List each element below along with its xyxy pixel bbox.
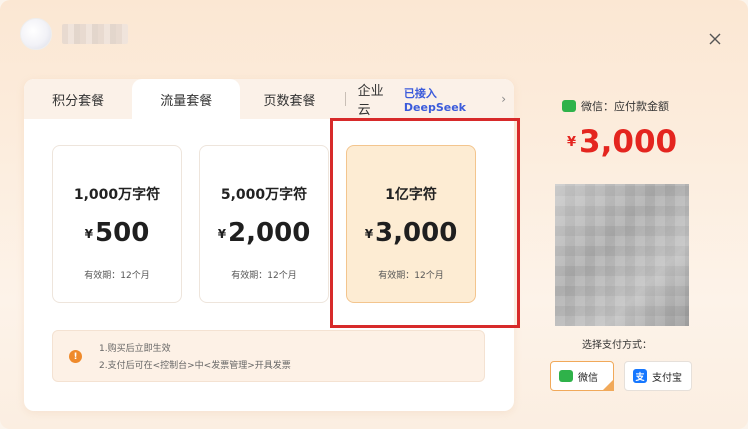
plan-price: ¥2,000 — [200, 218, 328, 248]
tab-traffic[interactable]: 流量套餐 — [132, 79, 241, 119]
chevron-right-icon: › — [501, 92, 507, 106]
tab-label: 企业云 — [357, 84, 384, 118]
plan-card-10m[interactable]: 1,000万字符 ¥500 有效期：12个月 — [52, 145, 182, 303]
tab-enterprise-cloud[interactable]: 企业云 已接入DeepSeek › — [358, 79, 514, 119]
plan-card-50m[interactable]: 5,000万字符 ¥2,000 有效期：12个月 — [199, 145, 329, 303]
alipay-label: 支付宝 — [652, 372, 682, 384]
payment-amount: ¥3,000 — [567, 124, 677, 160]
alipay-button[interactable]: 支 支付宝 — [624, 361, 692, 391]
tab-label: 页数套餐 — [263, 93, 316, 109]
tab-label: 积分套餐 — [52, 93, 105, 109]
plan-price: ¥500 — [53, 218, 181, 248]
price-value: 3,000 — [375, 218, 458, 248]
plan-panel: 积分套餐 流量套餐 页数套餐 企业云 已接入DeepSeek › 1,000万字… — [24, 79, 520, 411]
price-value: 2,000 — [228, 218, 311, 248]
selected-check-icon — [602, 379, 614, 391]
plan-title: 1亿字符 — [385, 187, 437, 203]
plan-card-100m[interactable]: 1亿字符 ¥3,000 有效期：12个月 — [346, 145, 476, 303]
tab-divider — [344, 92, 346, 106]
plan-title: 1,000万字符 — [73, 187, 161, 203]
plan-tabs: 积分套餐 流量套餐 页数套餐 企业云 已接入DeepSeek › — [24, 79, 514, 119]
wechat-label: 微信 — [578, 372, 598, 384]
currency-symbol: ¥ — [217, 227, 227, 241]
currency-symbol: ¥ — [84, 227, 94, 241]
plan-validity: 有效期：12个月 — [84, 271, 150, 281]
payment-label: 微信：应付款金额 — [562, 98, 669, 114]
payment-method-title: 选择支付方式： — [582, 340, 652, 351]
wechat-icon — [562, 100, 576, 112]
tab-pages[interactable]: 页数套餐 — [240, 79, 338, 119]
purchase-notice: ! 1.购买后立即生效 2.支付后可在<控制台>中<发票管理>开具发票 — [52, 330, 485, 382]
payment-label-text: 微信：应付款金额 — [581, 100, 669, 113]
deepseek-badge: 已接入DeepSeek — [403, 86, 466, 114]
payment-column: 微信：应付款金额 ¥3,000 选择支付方式： 微信 支 支付宝 — [540, 0, 720, 429]
amount-value: 3,000 — [579, 124, 678, 160]
tab-points[interactable]: 积分套餐 — [24, 79, 132, 119]
warning-icon: ! — [69, 350, 82, 363]
tab-label: 流量套餐 — [160, 93, 213, 109]
alipay-icon: 支 — [633, 369, 647, 383]
wechat-icon — [559, 370, 573, 382]
notice-line: 2.支付后可在<控制台>中<发票管理>开具发票 — [99, 361, 291, 371]
notice-line: 1.购买后立即生效 — [99, 344, 171, 354]
currency-symbol: ¥ — [567, 135, 577, 150]
qr-code-redacted[interactable] — [555, 184, 689, 326]
wechat-pay-button[interactable]: 微信 — [550, 361, 614, 391]
price-value: 500 — [95, 218, 150, 248]
payment-dialog: 积分套餐 流量套餐 页数套餐 企业云 已接入DeepSeek › 1,000万字… — [0, 0, 748, 429]
user-avatar — [20, 18, 52, 50]
currency-symbol: ¥ — [364, 227, 374, 241]
plan-title: 5,000万字符 — [220, 187, 308, 203]
plan-validity: 有效期：12个月 — [378, 271, 444, 281]
plan-validity: 有效期：12个月 — [231, 271, 297, 281]
username-redacted — [62, 24, 128, 44]
plan-price: ¥3,000 — [347, 218, 475, 248]
